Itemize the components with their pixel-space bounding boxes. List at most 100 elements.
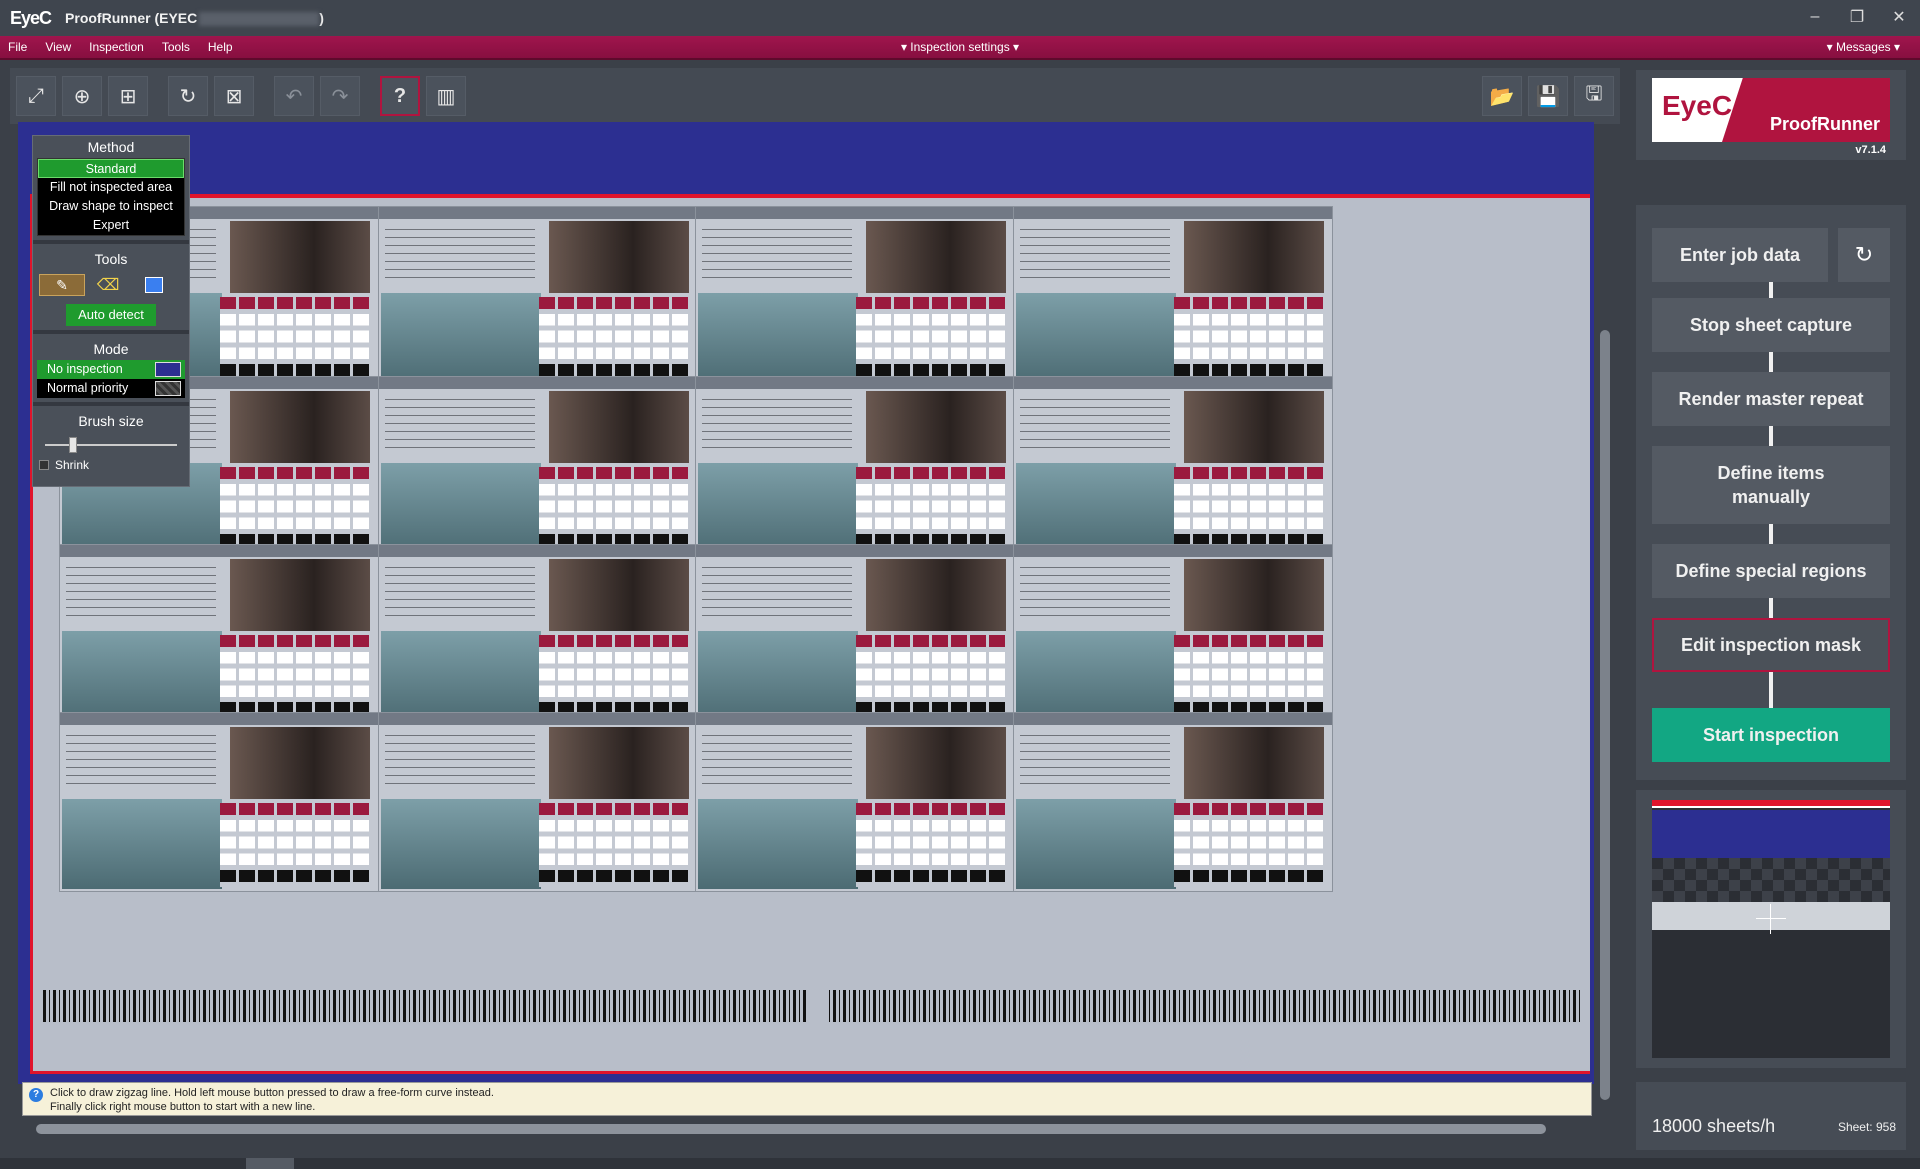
window-title: ProofRunner (EYEC) [65,10,324,27]
method-list: Standard Fill not inspected area Draw sh… [37,158,185,236]
repeat-photo [230,559,370,631]
repeat-bottle [1016,293,1176,383]
preview-red-line [1652,800,1890,808]
shrink-label: Shrink [55,458,90,472]
repeat-patches [856,803,1006,887]
bottom-tab[interactable] [246,1158,294,1169]
sheet-counter: Sheet: 958 [1837,1120,1896,1134]
brush-size-slider[interactable] [45,434,177,456]
define-special-regions-button[interactable]: Define special regions [1652,544,1890,598]
brush-tool-icon[interactable]: ✎ [39,274,85,296]
menu-tools[interactable]: Tools [162,40,190,54]
sheet-repeat-item [1013,206,1333,386]
logo-eyec-text: EyeC [1662,90,1733,121]
repeat-txt [702,731,852,791]
refresh-job-icon[interactable]: ↻ [1838,228,1890,282]
menu-help[interactable]: Help [208,40,233,54]
mode-no-inspection[interactable]: No inspection [37,360,185,379]
inspection-settings-menu[interactable]: ▾ Inspection settings ▾ [901,40,1019,54]
repeat-txt [1020,731,1170,791]
workflow-connector [1769,672,1773,708]
repeat-head [696,377,1014,389]
maximize-button[interactable]: ❐ [1846,6,1868,28]
horizontal-scrollbar[interactable] [36,1124,1546,1134]
zoom-area-icon[interactable]: ⊞ [108,76,148,116]
color-bar-gap [808,990,826,1022]
enter-job-data-button[interactable]: Enter job data [1652,228,1828,282]
mode-title: Mode [93,341,129,357]
fit-screen-icon[interactable]: ⤢ [16,76,56,116]
redacted-title-part [199,12,320,27]
define-items-manually-button[interactable]: Define items manually [1652,446,1890,524]
preview-blue-area [1652,810,1890,858]
sheet-repeat-item [59,544,379,724]
save-icon[interactable]: 💾 [1528,76,1568,116]
zoom-in-icon[interactable]: ⊕ [62,76,102,116]
workflow-connector [1769,352,1773,372]
messages-menu[interactable]: ▾ Messages ▾ [1827,40,1900,54]
repeat-head [696,713,1014,725]
open-folder-icon[interactable]: 📂 [1482,76,1522,116]
repeat-patches [539,467,689,551]
clear-selection-icon[interactable]: ⊠ [214,76,254,116]
rectangle-tool-icon[interactable] [145,277,163,293]
close-button[interactable]: ✕ [1888,6,1910,28]
repeat-photo [866,727,1006,799]
render-master-repeat-button[interactable]: Render master repeat [1652,372,1890,426]
sheet-repeat-item [1013,712,1333,892]
preview-image[interactable] [1652,800,1890,1058]
barcode-icon[interactable]: ▥ [426,76,466,116]
shrink-checkbox[interactable] [39,460,49,470]
eraser-tool-icon[interactable]: ⌫ [97,274,120,296]
repeat-head [1014,377,1332,389]
sheet-repeat-item [695,376,1015,556]
repeat-patches [539,803,689,887]
menu-inspection[interactable]: Inspection [89,40,144,54]
inspection-canvas[interactable] [18,122,1594,1084]
repeat-patches [856,297,1006,381]
mode-normal-priority[interactable]: Normal priority [37,379,185,398]
slider-thumb[interactable] [69,437,77,453]
repeat-patches [220,467,370,551]
repeat-bottle [1016,463,1176,553]
repeat-txt [702,395,852,455]
repeat-bottle [381,631,541,721]
minimize-button[interactable]: – [1804,6,1826,28]
method-standard[interactable]: Standard [38,159,184,178]
shrink-option[interactable]: Shrink [39,458,189,472]
repeat-photo [549,559,689,631]
method-expert[interactable]: Expert [38,216,184,235]
repeat-patches [1174,803,1324,887]
mask-tool-panel: Method Standard Fill not inspected area … [32,135,190,487]
repeat-photo [1184,391,1324,463]
proofrunner-logo: EyeC ProofRunner [1652,78,1890,142]
method-fill-not-inspected[interactable]: Fill not inspected area [38,178,184,197]
method-title: Method [87,139,135,155]
save-as-icon[interactable]: 🖫 [1574,76,1614,116]
help-icon[interactable]: ? [380,76,420,116]
method-draw-shape[interactable]: Draw shape to inspect [38,197,184,216]
refresh-icon[interactable]: ↻ [168,76,208,116]
sheet-repeat-item [378,544,698,724]
redo-icon[interactable]: ↷ [320,76,360,116]
menu-file[interactable]: File [8,40,27,54]
repeat-head [1014,545,1332,557]
start-inspection-button[interactable]: Start inspection [1652,708,1890,762]
auto-detect-button[interactable]: Auto detect [66,304,156,326]
repeat-bottle [62,631,222,721]
undo-icon[interactable]: ↶ [274,76,314,116]
menu-view[interactable]: View [45,40,71,54]
repeat-bottle [1016,799,1176,889]
edit-inspection-mask-button[interactable]: Edit inspection mask [1652,618,1890,672]
workflow-panel: Enter job data Stop sheet capture Render… [1636,205,1906,780]
repeat-head [379,377,697,389]
file-tools: 📂 💾 🖫 [1476,76,1614,116]
vertical-scrollbar[interactable] [1600,330,1610,1100]
menu-bar: File View Inspection Tools Help ▾ Inspec… [0,36,1920,60]
stop-sheet-capture-button[interactable]: Stop sheet capture [1652,298,1890,352]
sheet-repeat-item [1013,544,1333,724]
repeat-head [379,545,697,557]
repeat-bottle [698,293,858,383]
mode-normal-priority-label: Normal priority [47,381,129,395]
print-sheet[interactable] [30,194,1590,1074]
